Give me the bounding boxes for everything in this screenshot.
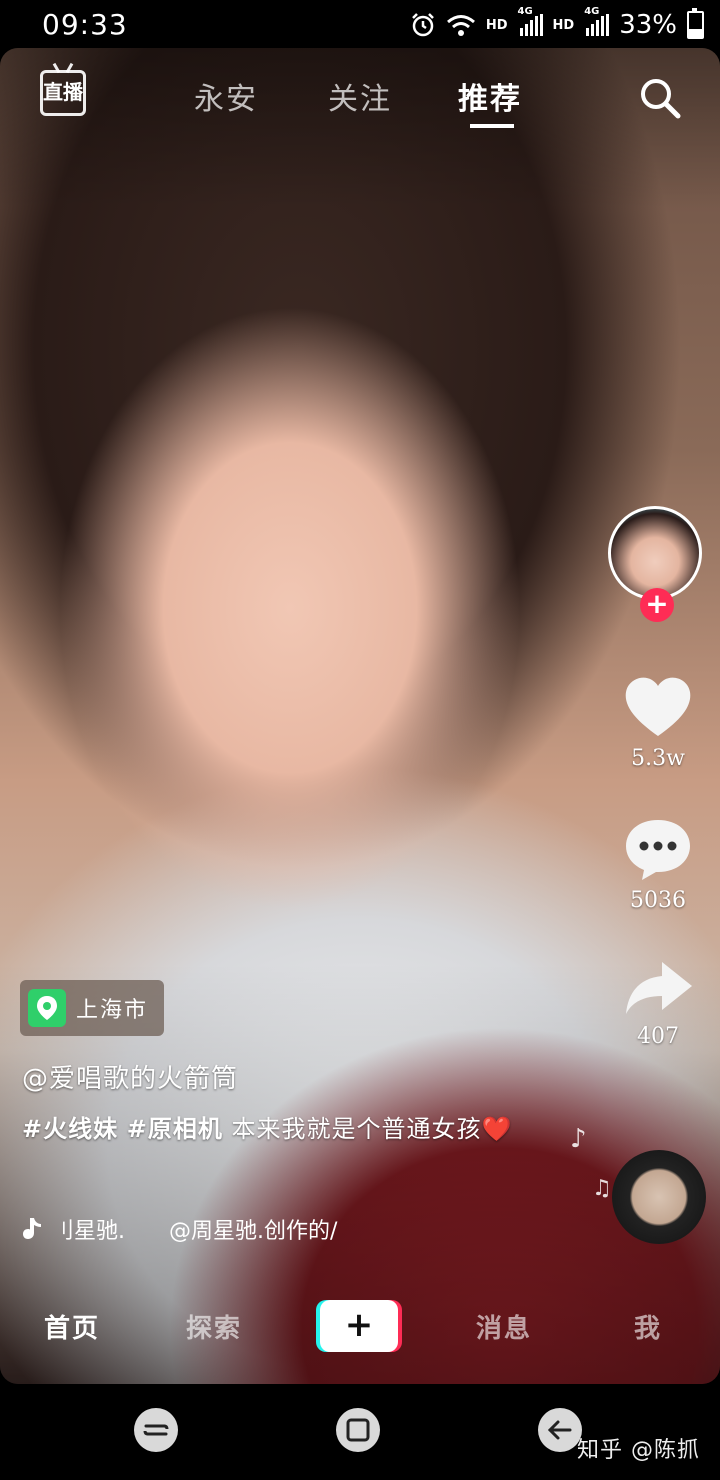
back-button[interactable] bbox=[538, 1408, 582, 1452]
heart-emoji: ❤️ bbox=[481, 1115, 513, 1143]
music-info[interactable]: 刂星驰. @周星驰.创作的/ bbox=[22, 1212, 382, 1246]
post-caption: #火线妹 #原相机 本来我就是个普通女孩❤️ bbox=[22, 1108, 542, 1150]
hd-label-1: HD bbox=[485, 17, 508, 33]
like-button[interactable]: 5.3w bbox=[620, 674, 696, 771]
hashtag-1[interactable]: #火线妹 bbox=[22, 1115, 118, 1143]
search-icon[interactable] bbox=[636, 74, 684, 122]
watermark: 知乎 @陈抓 bbox=[577, 1438, 700, 1463]
home-square-icon bbox=[346, 1418, 370, 1442]
status-time: 09:33 bbox=[42, 8, 128, 41]
signal-icon-2: 4G bbox=[584, 6, 610, 36]
music-note-icon-2: ♫ bbox=[592, 1176, 612, 1201]
hashtag-2[interactable]: #原相机 bbox=[127, 1115, 223, 1143]
tab-following[interactable]: 关注 bbox=[328, 74, 392, 118]
location-name: 上海市 bbox=[76, 998, 149, 1023]
creator-avatar[interactable]: + bbox=[608, 506, 708, 622]
like-count: 5.3w bbox=[631, 746, 685, 771]
caption-text: 本来我就是个普通女孩 bbox=[231, 1115, 482, 1143]
video-player[interactable] bbox=[0, 48, 720, 1384]
share-arrow-icon bbox=[626, 962, 692, 1014]
comment-button[interactable]: 5036 bbox=[620, 816, 696, 913]
recents-icon bbox=[143, 1424, 169, 1436]
active-tab-indicator bbox=[470, 124, 514, 128]
top-feed-tabs: 永安 关注 推荐 bbox=[0, 74, 720, 134]
tiktok-note-icon bbox=[23, 1218, 41, 1239]
create-video-button[interactable]: + bbox=[320, 1300, 398, 1352]
network-type-2: 4G bbox=[584, 6, 600, 17]
comment-icon bbox=[626, 820, 690, 880]
alarm-icon bbox=[411, 13, 434, 37]
heart-icon bbox=[625, 677, 691, 736]
status-bar: 09:33 HD 4G HD 4G 33% bbox=[0, 0, 720, 48]
music-disc[interactable] bbox=[612, 1150, 706, 1244]
share-count: 407 bbox=[637, 1024, 679, 1049]
follow-plus-button[interactable]: + bbox=[640, 588, 674, 622]
music-title: 刂星驰. @周星驰.创作的/ bbox=[52, 1219, 338, 1244]
tab-recommended[interactable]: 推荐 bbox=[458, 74, 522, 118]
hd-label-2: HD bbox=[552, 17, 575, 33]
share-button[interactable]: 407 bbox=[620, 958, 696, 1049]
creator-username[interactable]: @爱唱歌的火箭筒 bbox=[22, 1058, 238, 1095]
home-button[interactable] bbox=[336, 1408, 380, 1452]
network-type-1: 4G bbox=[517, 6, 533, 17]
avatar[interactable] bbox=[608, 506, 702, 600]
status-icons: HD 4G HD 4G 33% bbox=[410, 6, 704, 42]
recent-apps-button[interactable] bbox=[134, 1408, 178, 1452]
back-arrow-icon bbox=[547, 1420, 572, 1440]
battery-percent: 33% bbox=[619, 10, 677, 40]
tab-local[interactable]: 永安 bbox=[194, 74, 258, 118]
tab-explore[interactable]: 探索 bbox=[186, 1308, 242, 1345]
tab-home[interactable]: 首页 bbox=[44, 1308, 100, 1345]
tab-me[interactable]: 我 bbox=[634, 1308, 662, 1345]
location-pin-icon bbox=[28, 989, 66, 1027]
music-note-icon: ♪ bbox=[570, 1124, 587, 1154]
battery-icon bbox=[687, 8, 704, 39]
comment-count: 5036 bbox=[630, 888, 686, 913]
tab-messages[interactable]: 消息 bbox=[476, 1308, 532, 1345]
location-tag[interactable]: 上海市 bbox=[20, 980, 165, 1036]
signal-icon-1: 4G bbox=[518, 6, 543, 36]
wifi-icon bbox=[446, 15, 475, 36]
